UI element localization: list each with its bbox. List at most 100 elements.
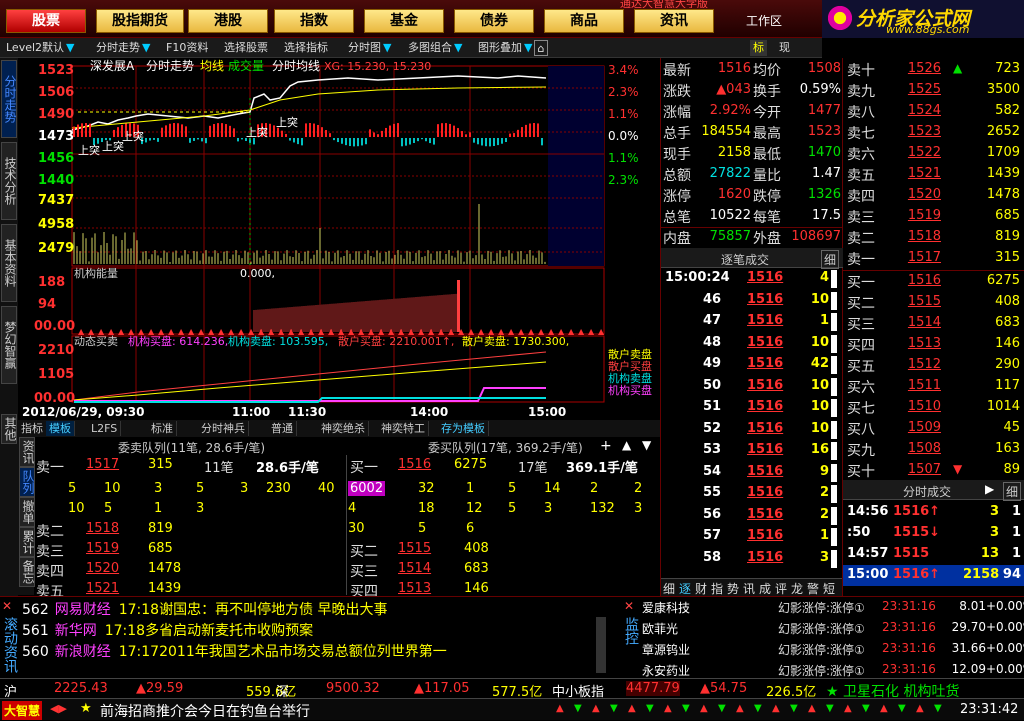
tick-price[interactable]: 1516 <box>747 378 783 393</box>
tab-tegong[interactable]: 神奕特工 <box>378 421 429 436</box>
news-row[interactable]: 562 网易财经 17:18谢国忠：再不叫停地方债 早晚出大事 <box>22 599 608 619</box>
menu-stocks-button[interactable]: 股票 <box>6 9 86 33</box>
monitor-stock-name[interactable]: 章源钨业 <box>642 641 690 658</box>
brand-logo[interactable]: 大智慧 <box>2 701 43 720</box>
tick-price[interactable]: 1516 <box>747 442 783 457</box>
tab-jueshao[interactable]: 神奕绝杀 <box>318 421 369 436</box>
book-sell-price[interactable]: 1522 <box>897 145 941 160</box>
book-sell-price[interactable]: 1519 <box>897 208 941 223</box>
deal-price[interactable]: 1516↑ <box>893 567 940 582</box>
news-text[interactable]: 2011年我国艺术品市场交易总额位列世界第一 <box>159 644 447 660</box>
tick-scrollbar[interactable] <box>831 420 837 439</box>
buy-queue-cell[interactable]: 5 <box>508 481 516 496</box>
tick-price[interactable]: 1516 <box>747 313 783 328</box>
book-buy-price[interactable]: 1510 <box>897 399 941 414</box>
sh-value[interactable]: 2225.43 <box>54 681 108 696</box>
book-buy-price[interactable]: 1516 <box>897 273 941 288</box>
book-sell-price[interactable]: 1518 <box>897 229 941 244</box>
tab-fundamentals[interactable]: 基本资料 <box>1 224 17 302</box>
menu-index-button[interactable]: 指数 <box>274 9 354 33</box>
menu-news-button[interactable]: 资讯 <box>634 9 714 33</box>
tick-scrollbar[interactable] <box>831 291 837 310</box>
tab-cumulative[interactable]: 累计 <box>19 527 35 557</box>
buy-queue-cell[interactable]: 30 <box>348 521 365 536</box>
tick-price[interactable]: 1516 <box>747 421 783 436</box>
monitor-stock-name[interactable]: 欧菲光 <box>642 620 678 637</box>
tick-scrollbar[interactable] <box>831 313 837 331</box>
scroll-up-icon[interactable]: ▲ <box>622 438 631 452</box>
tab-mark[interactable]: 标 <box>750 40 767 56</box>
ticks-tab[interactable]: 评 <box>775 580 787 597</box>
tick-price[interactable]: 1516 <box>747 270 783 285</box>
ticks-tab[interactable]: 细 <box>663 580 675 597</box>
tab-now[interactable]: 现 <box>776 40 793 56</box>
monitor-row[interactable]: 章源钨业 幻影涨停:涨停① 23:31:16 31.66+0.00% <box>642 641 1024 661</box>
scroll-down-icon[interactable]: ▼ <box>642 438 651 452</box>
tick-scrollbar[interactable] <box>831 442 837 460</box>
monitor-stock-name[interactable]: 爱康科技 <box>642 599 690 616</box>
tick-scrollbar[interactable] <box>831 528 837 546</box>
tab-standard[interactable]: 标准 <box>148 421 177 436</box>
status-message[interactable]: 前海招商推介会今日在钓鱼台举行 <box>100 701 310 721</box>
toolbar-f10[interactable]: F10资料 <box>166 40 208 56</box>
menu-funds-button[interactable]: 基金 <box>364 9 444 33</box>
tab-queue[interactable]: 队列 <box>19 467 35 497</box>
news-scrollbar[interactable] <box>596 617 606 673</box>
tab-normal[interactable]: 普通 <box>268 421 297 436</box>
book-sell-price[interactable]: 1520 <box>897 187 941 202</box>
book-buy-price[interactable]: 1511 <box>897 378 941 393</box>
tick-scrollbar[interactable] <box>831 549 837 568</box>
book-buy-price[interactable]: 1513 <box>897 336 941 351</box>
toolbar-level2[interactable]: Level2默认 ▼ <box>6 40 75 56</box>
play-icon[interactable]: ▶ <box>985 482 994 496</box>
tick-scrollbar[interactable] <box>831 334 837 353</box>
toolbar-overlay[interactable]: 图形叠加 ▼ <box>478 40 532 56</box>
tick-price[interactable]: 1516 <box>747 528 783 543</box>
buy-queue-cell[interactable]: 4 <box>348 501 356 516</box>
tick-scrollbar[interactable] <box>831 377 837 396</box>
buy-queue-cell[interactable]: 32 <box>418 481 435 496</box>
ticks-tab[interactable]: 指 <box>711 580 723 597</box>
tick-price[interactable]: 1516 <box>747 550 783 565</box>
book-buy-price[interactable]: 1508 <box>897 441 941 456</box>
news-text[interactable]: 多省启动新麦托市收购预案 <box>145 623 313 639</box>
book-buy-price[interactable]: 1507 <box>897 462 941 477</box>
tick-scrollbar[interactable] <box>831 506 837 525</box>
deal-price[interactable]: 1515 <box>893 546 929 561</box>
tick-price[interactable]: 1516 <box>747 507 783 522</box>
news-text[interactable]: 谢国忠：再不叫停地方债 早晚出大事 <box>159 602 387 618</box>
tab-info[interactable]: 资讯 <box>19 437 35 467</box>
ticks-tab[interactable]: 财 <box>695 580 707 597</box>
save-template-button[interactable]: 存为模板 <box>438 421 489 436</box>
buy-queue-cell[interactable]: 5 <box>508 501 516 516</box>
chart-svg[interactable]: 深发展A 分时走势 均线 成交量 分时均线 XG: 15.230, 15.230 1523 1… <box>18 58 660 420</box>
tick-price[interactable]: 1516 <box>747 356 783 371</box>
buy-queue-cell[interactable]: 6 <box>466 521 474 536</box>
book-sell-price[interactable]: 1526 <box>897 61 941 76</box>
book-sell-price[interactable]: 1525 <box>897 82 941 97</box>
ticks-tab[interactable]: 龙 <box>791 580 803 597</box>
tab-memo[interactable]: 备忘 <box>19 557 35 587</box>
buy-queue-cell[interactable]: 132 <box>590 501 615 516</box>
monitor-row[interactable]: 爱康科技 幻影涨停:涨停① 23:31:16 8.01+0.00% <box>642 599 1024 619</box>
tick-price[interactable]: 1516 <box>747 292 783 307</box>
book-buy-price[interactable]: 1509 <box>897 420 941 435</box>
zx-value[interactable]: 4477.79 <box>626 681 680 696</box>
sz-value[interactable]: 9500.32 <box>326 681 380 696</box>
tick-scrollbar[interactable] <box>831 399 837 417</box>
buy-queue-cell[interactable]: 2 <box>590 481 598 496</box>
tab-technical[interactable]: 技术分析 <box>1 142 17 220</box>
menu-futures-button[interactable]: 股指期货 <box>96 9 184 33</box>
buy-queue-cell[interactable]: 18 <box>418 501 435 516</box>
toolbar-multi-chart[interactable]: 多图组合 ▼ <box>408 40 462 56</box>
buy-queue-cell[interactable]: 1 <box>466 481 474 496</box>
ticks-tab[interactable]: 逐 <box>679 580 691 597</box>
monitor-row[interactable]: 欧菲光 幻影涨停:涨停① 23:31:16 29.70+0.00% <box>642 620 1024 640</box>
tab-template[interactable]: 模板 <box>46 421 75 436</box>
buy-queue-cell[interactable]: 3 <box>544 501 552 516</box>
toolbar-chart[interactable]: 分时图 ▼ <box>348 40 391 56</box>
lock-icon[interactable]: ⌂ <box>534 40 548 56</box>
intraday-chart[interactable]: 深发展A 分时走势 均线 成交量 分时均线 XG: 15.230, 15.230 1523 1… <box>18 58 660 420</box>
tick-price[interactable]: 1516 <box>747 485 783 500</box>
toolbar-intraday[interactable]: 分时走势 ▼ <box>96 40 150 56</box>
